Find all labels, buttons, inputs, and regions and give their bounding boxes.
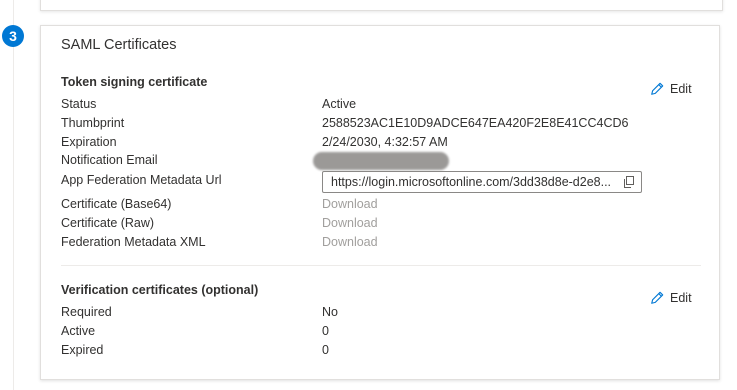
step-number-badge: 3 [2,25,24,47]
token-signing-edit-button[interactable]: Edit [650,82,692,96]
card-title: SAML Certificates [61,37,177,53]
saml-certificates-card: SAML Certificates Token signing certific… [40,25,720,380]
expired-label: Expired [61,343,104,357]
notification-email-label: Notification Email [61,153,158,167]
thumbprint-label: Thumbprint [61,116,125,130]
thumbprint-value: 2588523AC1E10D9ADCE647EA420F2E8E41CC4CD6 [322,116,629,130]
active-value: 0 [322,324,329,338]
metadata-url-field[interactable]: https://login.microsoftonline.com/3dd38d… [322,171,642,193]
metadata-url-value: https://login.microsoftonline.com/3dd38d… [331,175,612,189]
edit-label: Edit [670,291,692,305]
expiration-label: Expiration [61,135,117,149]
required-value: No [322,305,338,319]
federation-xml-download-link[interactable]: Download [322,235,378,249]
verification-section-title: Verification certificates (optional) [61,283,259,297]
cert-raw-label: Certificate (Raw) [61,216,155,230]
previous-section-card [40,0,723,11]
status-value: Active [322,97,357,111]
redacted-email [313,152,449,170]
edit-label: Edit [670,82,692,96]
verification-edit-button[interactable]: Edit [650,291,692,305]
cert-raw-download-link[interactable]: Download [322,216,378,230]
required-label: Required [61,305,112,319]
pencil-icon [651,291,664,304]
status-label: Status [61,97,97,111]
metadata-url-label: App Federation Metadata Url [61,173,222,187]
expiration-value: 2/24/2030, 4:32:57 AM [322,135,448,149]
copy-icon[interactable] [623,176,635,188]
section-divider [61,265,701,266]
pencil-icon [651,82,664,95]
step-connector-line [13,0,14,390]
cert-base64-label: Certificate (Base64) [61,197,172,211]
federation-xml-label: Federation Metadata XML [61,235,206,249]
active-label: Active [61,324,96,338]
cert-base64-download-link[interactable]: Download [322,197,378,211]
expired-value: 0 [322,343,329,357]
token-signing-section-title: Token signing certificate [61,75,208,89]
